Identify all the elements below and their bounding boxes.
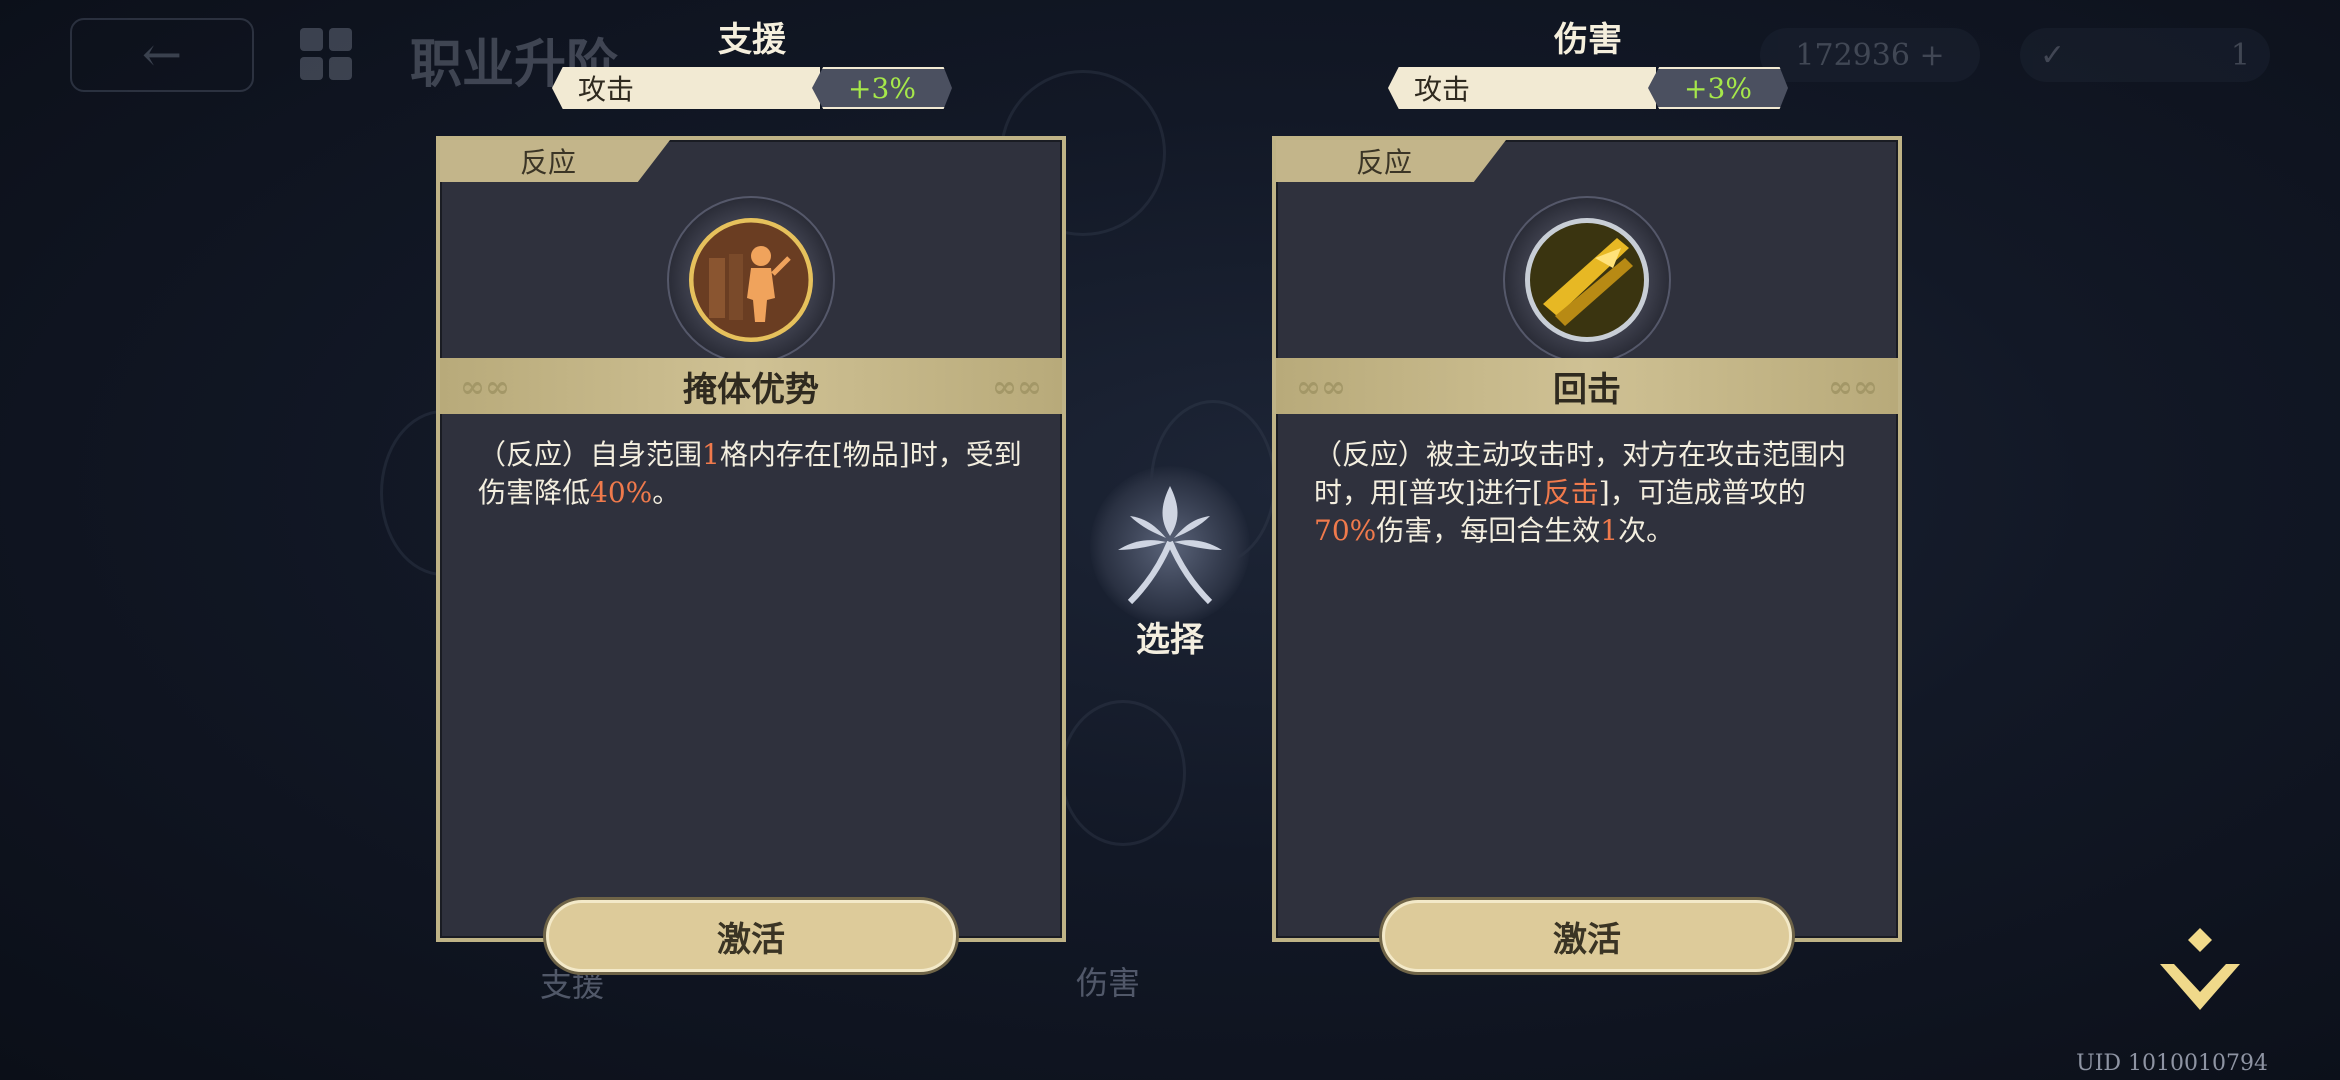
reaction-tag: 反应 — [440, 140, 670, 182]
back-arrow-icon: ← — [141, 27, 183, 83]
stat-value: +3% — [1648, 67, 1788, 109]
currency-value: 172936 — [1795, 37, 1910, 73]
select-emblem — [1090, 466, 1250, 626]
chevron-down-icon — [2160, 928, 2240, 1010]
activate-button[interactable]: 激活 — [546, 900, 956, 972]
ornament-icon: ∞∞ — [1828, 370, 1878, 405]
skill-icon-frame — [667, 196, 835, 364]
skill-icon-frame — [1503, 196, 1671, 364]
stat-label: 攻击 — [552, 67, 820, 109]
cover-advantage-icon — [689, 218, 813, 342]
stat-value: +3% — [812, 67, 952, 109]
menu-grid-icon[interactable] — [300, 28, 352, 80]
currency-display: 172936 + — [1760, 28, 1980, 82]
stat-bonus: 攻击 +3% — [552, 67, 952, 109]
skill-description: （反应）自身范围1格内存在[物品]时，受到伤害降低40%。 — [478, 438, 1022, 509]
activate-button[interactable]: 激活 — [1382, 900, 1792, 972]
column-header-damage: 伤害 攻击 +3% — [1388, 12, 1788, 109]
plus-icon[interactable]: + — [1919, 38, 1944, 73]
skill-name-banner: ∞∞ 回击 ∞∞ — [1276, 358, 1898, 414]
skill-name: 回击 — [1553, 369, 1621, 410]
ornament-icon: ∞∞ — [1296, 370, 1346, 405]
skill-card-counterattack[interactable]: 反应 ∞∞ 回击 ∞∞ （反应）被主动攻击时，对方在攻击范围内时，用[普攻]进行… — [1272, 136, 1902, 972]
reaction-tag: 反应 — [1276, 140, 1506, 182]
background-node — [1060, 700, 1186, 846]
bg-tab-damage: 伤害 — [1076, 964, 1141, 1002]
skill-name: 掩体优势 — [683, 369, 819, 410]
select-label: 选择 — [1136, 620, 1204, 660]
tree-emblem-icon — [1118, 486, 1222, 605]
column-header-support: 支援 攻击 +3% — [552, 12, 952, 109]
column-title: 伤害 — [1554, 20, 1622, 60]
uid-label: UID 1010010794 — [2076, 1051, 2268, 1076]
stat-bonus: 攻击 +3% — [1388, 67, 1788, 109]
ornament-icon: ∞∞ — [460, 370, 510, 405]
confirm-chevron-button[interactable] — [2150, 918, 2250, 1028]
ticket-display: ✓ 1 — [2020, 28, 2270, 82]
skill-card-cover-advantage[interactable]: 反应 ∞∞ 掩体优势 ∞∞ （反应）自身范围1格内存在[物品]时，受到伤害降低4… — [436, 136, 1066, 972]
counterattack-icon — [1525, 218, 1649, 342]
stat-label: 攻击 — [1388, 67, 1656, 109]
back-button[interactable]: ← — [70, 18, 254, 92]
column-title: 支援 — [718, 20, 786, 60]
skill-description: （反应）被主动攻击时，对方在攻击范围内时，用[普攻]进行[反击]，可造成普攻的7… — [1314, 438, 1847, 547]
skill-name-banner: ∞∞ 掩体优势 ∞∞ — [440, 358, 1062, 414]
ornament-icon: ∞∞ — [992, 370, 1042, 405]
ticket-value: 1 — [2230, 37, 2250, 73]
ticket-icon: ✓ — [2040, 37, 2066, 73]
